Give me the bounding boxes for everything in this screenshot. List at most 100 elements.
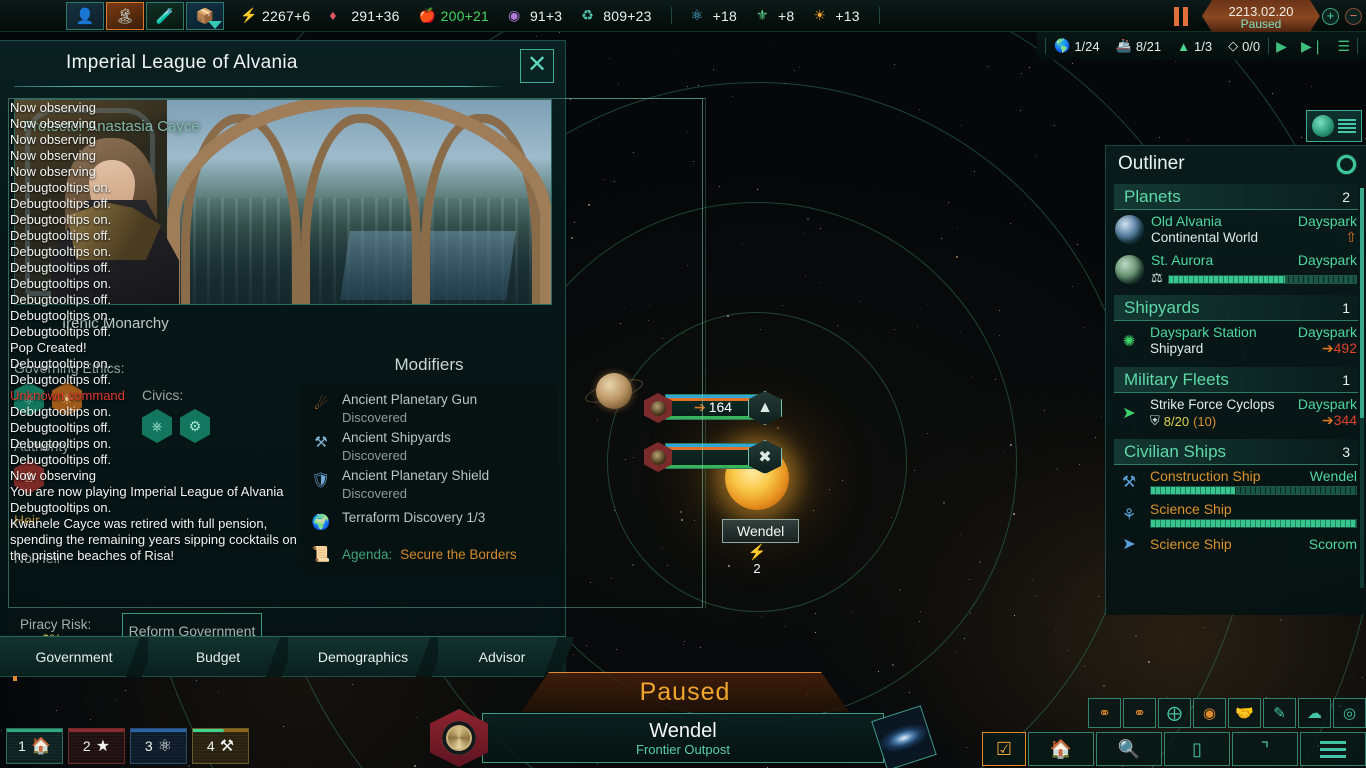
species-icon[interactable]: 👤 — [66, 1, 104, 30]
modifier-row[interactable]: 🛡 Ancient Planetary Shield Discovered — [308, 467, 550, 503]
military-fleet-marker[interactable]: ➔ 164 ▲ — [644, 391, 782, 425]
tab-government[interactable]: Government — [0, 636, 148, 676]
list-item[interactable]: Old Alvania Dayspark Continental World ⇧ — [1106, 210, 1366, 249]
resource-engineering-research[interactable]: ☀ +13 — [813, 7, 859, 24]
consumer-goods-icon: ◉ — [507, 7, 521, 23]
list-item[interactable]: ✺ Dayspark Station Dayspark Shipyard ➔49… — [1106, 321, 1366, 361]
research-quick-button[interactable]: 3 ⚛ — [130, 728, 187, 764]
outliner-scrollbar[interactable] — [1360, 188, 1364, 588]
list-item[interactable]: ⚒ Construction Ship Wendel — [1106, 465, 1366, 498]
capacity-fleet[interactable]: 🚢 8/21 — [1108, 38, 1170, 54]
outliner-panel: Outliner Planets 2 Old Alvania Dayspark … — [1105, 145, 1366, 615]
planets-icon[interactable]: 🏝 — [106, 1, 144, 30]
tab-budget[interactable]: Budget — [148, 636, 288, 676]
resource-consumer-goods[interactable]: ◉ 91+3 — [508, 7, 562, 24]
fast-forward-button[interactable]: ▶❘ — [1294, 38, 1331, 55]
capacity-leaders[interactable]: ◇ 0/0 — [1220, 38, 1268, 54]
civic-icon-1[interactable]: ⎈ — [142, 409, 172, 443]
ruler-card[interactable]: Protector Anastasia Cayce — [14, 99, 552, 305]
fleet-name: Strike Force Cyclops — [1150, 397, 1275, 412]
colony-quick-button[interactable]: 1 🏠 — [6, 728, 63, 764]
resource-society-research[interactable]: ⚜ +8 — [756, 7, 794, 24]
heir-label: Heir — [14, 512, 40, 528]
civics-icon-row: ⎈ ⚙ — [142, 409, 282, 443]
modifier-row[interactable]: ⚒ Ancient Shipyards Discovered — [308, 429, 550, 465]
gear-icon[interactable] — [1337, 155, 1356, 174]
zoom-controls: + − — [1322, 8, 1362, 25]
ship-system: Wendel — [1309, 468, 1357, 484]
energy-credits-icon: ⚡ — [240, 7, 258, 23]
market-button[interactable]: ⌝ — [1232, 732, 1298, 766]
resource-food[interactable]: 🍎 200+21 — [419, 7, 489, 24]
system-guide-line-horizontal — [560, 98, 706, 99]
outliner-section-civilian-ships[interactable]: Civilian Ships 3 — [1114, 439, 1358, 465]
contacts-icon[interactable]: ⚭ — [1088, 698, 1121, 728]
outliner-section-military-fleets[interactable]: Military Fleets 1 — [1114, 367, 1358, 393]
empire-emblem[interactable] — [430, 709, 488, 767]
governing-ethics-label: Governing Ethics: — [14, 360, 125, 376]
construction-fleet-marker[interactable]: ✖ — [644, 440, 782, 474]
tab-demographics[interactable]: Demographics — [288, 636, 438, 676]
selected-object-info[interactable]: Wendel Frontier Outpost — [482, 713, 884, 763]
physics-research-icon: ⚛ — [690, 7, 704, 23]
civic-icon-2[interactable]: ⚙ — [180, 409, 210, 443]
situation-log-button[interactable]: ☑ — [982, 732, 1026, 766]
zoom-out-button[interactable]: − — [1345, 8, 1362, 25]
selected-object-bar: Wendel Frontier Outpost — [430, 705, 937, 768]
ship-name: Science Ship — [1150, 501, 1232, 517]
expansion-planner-icon[interactable]: ⨁ — [1158, 698, 1191, 728]
messages-button[interactable]: ▯ — [1164, 732, 1230, 766]
system-label[interactable]: Wendel — [722, 519, 800, 543]
market-icon[interactable]: 📦 — [186, 1, 224, 30]
gas-giant-planet[interactable] — [596, 373, 632, 409]
modifier-row[interactable]: ☄ Ancient Planetary Gun Discovered — [308, 391, 550, 427]
close-icon[interactable]: ✕ — [520, 49, 554, 83]
espionage-icon[interactable]: ☁ — [1298, 698, 1331, 728]
resource-physics-research[interactable]: ⚛ +18 — [691, 7, 737, 24]
traditions-icon[interactable]: ◎ — [1333, 698, 1366, 728]
resource-minerals[interactable]: ♦ 291+36 — [329, 7, 399, 24]
megastructures-icon[interactable]: ◉ — [1193, 698, 1226, 728]
list-item[interactable]: ➤ Strike Force Cyclops Dayspark ⛨ 8/20 (… — [1106, 393, 1366, 433]
resource-energy-credits[interactable]: ⚡ 2267+6 — [240, 7, 310, 24]
speed-menu-button[interactable]: ☰ — [1330, 38, 1357, 55]
outliner-toggle-button[interactable] — [1306, 110, 1362, 142]
divider-3 — [1357, 38, 1358, 54]
research-icon[interactable]: 🧪 — [146, 1, 184, 30]
situation-log-icon[interactable]: ⚭ — [1123, 698, 1156, 728]
ancient-planetary-shield-icon: 🛡 — [311, 472, 331, 489]
outliner-section-shipyards[interactable]: Shipyards 1 — [1114, 295, 1358, 321]
ethic-icon-1[interactable]: ⚛ — [14, 382, 44, 416]
menu-button[interactable] — [1300, 732, 1366, 766]
outliner-section-planets[interactable]: Planets 2 — [1114, 184, 1358, 210]
resource-alloys[interactable]: ♻ 809+23 — [581, 7, 651, 24]
fleet-power-display: ➔344 — [1322, 412, 1357, 430]
date-plate[interactable]: 2213.02.20 Paused — [1202, 0, 1320, 32]
ship-progress-bar — [1150, 519, 1357, 528]
planets-button[interactable]: 🏠 — [1028, 732, 1094, 766]
list-item[interactable]: St. Aurora Dayspark ⚖ — [1106, 249, 1366, 289]
planet-icon — [1115, 254, 1144, 284]
zoom-in-button[interactable]: + — [1322, 8, 1339, 25]
agenda-row[interactable]: 📜 Agenda: Secure the Borders — [308, 541, 550, 567]
list-item[interactable]: ⚘ Science Ship — [1106, 498, 1366, 531]
contacts-search-button[interactable]: 🔍 — [1096, 732, 1162, 766]
government-header: Imperial League of Alvania ✕ — [0, 41, 565, 93]
tab-advisor[interactable]: Advisor — [438, 636, 566, 676]
authority-icon[interactable]: ♔ — [14, 460, 44, 494]
capacity-colonies[interactable]: 🌎 1/24 — [1046, 38, 1108, 54]
ancient-planetary-gun-icon: ☄ — [314, 396, 328, 413]
construction-quick-button[interactable]: 4 ⚒ — [192, 728, 249, 764]
capacity-starbase[interactable]: ▲ 1/3 — [1169, 39, 1220, 54]
agenda-value: Secure the Borders — [400, 546, 517, 562]
diplomacy-icon[interactable]: 🤝 — [1228, 698, 1261, 728]
play-button[interactable]: ▶ — [1269, 38, 1294, 55]
planet-name: St. Aurora — [1151, 252, 1214, 268]
ethic-icon-2[interactable]: ☀ — [52, 382, 82, 416]
power-value: 492 — [1333, 340, 1357, 356]
list-item[interactable]: ➤ Science Ship Scorom — [1106, 531, 1366, 557]
unity-quick-button[interactable]: 2 ★ — [68, 728, 125, 764]
modifier-row[interactable]: 🌍 Terraform Discovery 1/3 — [308, 509, 550, 535]
section-count: 1 — [1342, 299, 1350, 316]
edicts-icon[interactable]: ✎ — [1263, 698, 1296, 728]
